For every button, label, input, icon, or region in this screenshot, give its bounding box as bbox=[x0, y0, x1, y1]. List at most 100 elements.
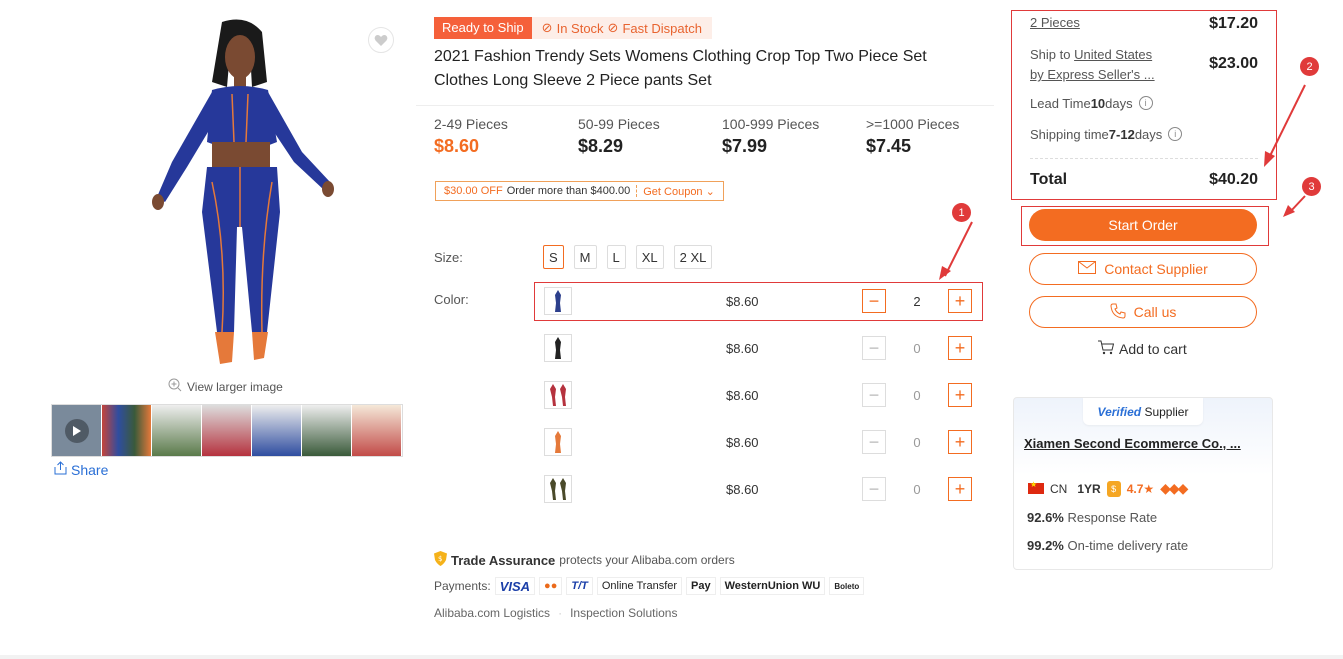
lead-suffix: days bbox=[1105, 96, 1133, 111]
price-tier: 2-49 Pieces $8.60 bbox=[434, 116, 578, 157]
increase-button[interactable]: + bbox=[948, 336, 972, 360]
share-link[interactable]: Share bbox=[54, 461, 108, 478]
tier-range: 2-49 Pieces bbox=[434, 116, 508, 132]
inspection-link[interactable]: Inspection Solutions bbox=[570, 606, 677, 620]
thumbnail-video[interactable] bbox=[52, 405, 102, 456]
color-price: $8.60 bbox=[726, 434, 759, 450]
annotation-badge-3: 3 bbox=[1302, 177, 1321, 196]
increase-button[interactable]: + bbox=[948, 383, 972, 407]
diamond-icon: ◆◆◆ bbox=[1160, 480, 1188, 496]
quantity-input[interactable]: 0 bbox=[886, 383, 948, 407]
increase-button[interactable]: + bbox=[948, 430, 972, 454]
tier-range: >=1000 Pieces bbox=[866, 116, 960, 132]
size-option-m[interactable]: M bbox=[573, 245, 597, 269]
tier-price: $8.29 bbox=[578, 136, 624, 156]
thumbnail[interactable] bbox=[202, 405, 252, 456]
supplier-rating: 4.7★ bbox=[1126, 481, 1155, 496]
decrease-button[interactable]: − bbox=[862, 383, 886, 407]
pieces-price: $17.20 bbox=[1209, 15, 1258, 32]
color-row: $8.60 − 0 + bbox=[534, 423, 983, 461]
quantity-input[interactable]: 0 bbox=[886, 477, 948, 501]
color-swatch[interactable] bbox=[544, 381, 572, 409]
years-badge: 1YR bbox=[1077, 481, 1101, 496]
get-coupon-label: Get Coupon bbox=[643, 185, 703, 198]
thumbnail[interactable] bbox=[102, 405, 152, 456]
supplier-meta: CN 1YR $ 4.7★ ◆◆◆ bbox=[1028, 480, 1188, 497]
pieces-row: 2 Pieces $17.20 bbox=[1030, 15, 1258, 33]
in-stock-label: In Stock bbox=[556, 20, 604, 36]
decrease-button[interactable]: − bbox=[862, 336, 886, 360]
thumbnail[interactable] bbox=[252, 405, 302, 456]
size-option-s[interactable]: S bbox=[543, 245, 564, 269]
check-circle-icon: ⊘ bbox=[541, 20, 553, 35]
size-option-2xl[interactable]: 2 XL bbox=[673, 245, 713, 269]
decrease-button[interactable]: − bbox=[862, 477, 886, 501]
logistics-link[interactable]: Alibaba.com Logistics bbox=[434, 606, 550, 620]
divider bbox=[1030, 158, 1258, 159]
tier-price: $7.45 bbox=[866, 136, 912, 156]
color-row: $8.60 − 0 + bbox=[534, 376, 983, 414]
thumbnail[interactable] bbox=[152, 405, 202, 456]
view-larger-link[interactable]: View larger image bbox=[168, 378, 283, 395]
coupon-banner[interactable]: $30.00 OFF Order more than $400.00 Get C… bbox=[435, 181, 724, 201]
color-swatch[interactable] bbox=[544, 428, 572, 456]
view-larger-label: View larger image bbox=[187, 379, 283, 394]
lead-value: 10 bbox=[1090, 96, 1106, 111]
services-row: Alibaba.com Logistics · Inspection Solut… bbox=[434, 606, 677, 620]
info-icon[interactable]: i bbox=[1168, 127, 1183, 141]
add-to-cart-label: Add to cart bbox=[1119, 341, 1187, 357]
info-icon[interactable]: i bbox=[1138, 96, 1153, 110]
start-order-button[interactable]: Start Order bbox=[1029, 209, 1257, 241]
quantity-input[interactable]: 0 bbox=[886, 336, 948, 360]
svg-text:$: $ bbox=[438, 555, 442, 563]
shipping-prefix: Shipping time bbox=[1030, 127, 1109, 142]
call-us-button[interactable]: Call us bbox=[1029, 296, 1257, 328]
color-swatch[interactable] bbox=[544, 334, 572, 362]
coupon-condition: Order more than $400.00 bbox=[507, 185, 638, 197]
ontime-rate: 99.2% On-time delivery rate bbox=[1027, 538, 1188, 553]
share-label: Share bbox=[71, 461, 109, 478]
price-tier: 50-99 Pieces $8.29 bbox=[578, 116, 722, 157]
favorite-heart-icon[interactable] bbox=[368, 27, 394, 53]
pieces-link[interactable]: 2 Pieces bbox=[1030, 15, 1080, 33]
increase-button[interactable]: + bbox=[948, 477, 972, 501]
thumbnail[interactable] bbox=[352, 405, 402, 456]
play-icon bbox=[65, 419, 89, 443]
contact-supplier-button[interactable]: Contact Supplier bbox=[1029, 253, 1257, 285]
tier-range: 50-99 Pieces bbox=[578, 116, 660, 132]
cart-icon bbox=[1098, 340, 1115, 358]
share-icon bbox=[54, 461, 68, 478]
supplier-label: Supplier bbox=[1144, 404, 1189, 419]
supplier-name-link[interactable]: Xiamen Second Ecommerce Co., ... bbox=[1024, 436, 1249, 451]
decrease-button[interactable]: − bbox=[862, 430, 886, 454]
quantity-input[interactable]: 0 bbox=[886, 430, 948, 454]
color-price: $8.60 bbox=[726, 481, 759, 497]
size-option-xl[interactable]: XL bbox=[635, 245, 664, 269]
model-figure bbox=[152, 19, 334, 364]
contact-supplier-label: Contact Supplier bbox=[1104, 261, 1208, 277]
thumbnail-strip bbox=[51, 404, 403, 457]
price-tier: 100-999 Pieces $7.99 bbox=[722, 116, 866, 157]
zoom-icon bbox=[168, 378, 182, 395]
separator: · bbox=[558, 606, 563, 620]
fast-dispatch-label: Fast Dispatch bbox=[622, 20, 702, 36]
footer-strip bbox=[0, 655, 1343, 659]
color-swatch[interactable] bbox=[544, 475, 572, 503]
color-row: $8.60 − 0 + bbox=[534, 329, 983, 367]
stock-badge: ⊘ In Stock ⊘ Fast Dispatch bbox=[531, 17, 712, 39]
get-coupon-button[interactable]: Get Coupon ⌄ bbox=[637, 185, 723, 198]
price-tier: >=1000 Pieces $7.45 bbox=[866, 116, 1010, 157]
lead-time-row: Lead Time 10 days i bbox=[1030, 96, 1258, 111]
mail-icon bbox=[1078, 261, 1097, 277]
add-to-cart-link[interactable]: Add to cart bbox=[1098, 340, 1187, 358]
ship-method-link[interactable]: by Express Seller's ... bbox=[1030, 67, 1155, 82]
tier-prices: 2-49 Pieces $8.60 50-99 Pieces $8.29 100… bbox=[434, 116, 1010, 157]
coupon-amount: $30.00 OFF bbox=[444, 185, 503, 197]
total-price: $40.20 bbox=[1209, 171, 1258, 188]
main-product-image[interactable] bbox=[62, 12, 402, 372]
trade-assurance: $ Trade Assurance protects your Alibaba.… bbox=[434, 551, 735, 569]
gold-medal-icon: $ bbox=[1106, 480, 1121, 497]
ship-to-country-link[interactable]: United States bbox=[1074, 47, 1152, 62]
size-option-l[interactable]: L bbox=[606, 245, 626, 269]
thumbnail[interactable] bbox=[302, 405, 352, 456]
